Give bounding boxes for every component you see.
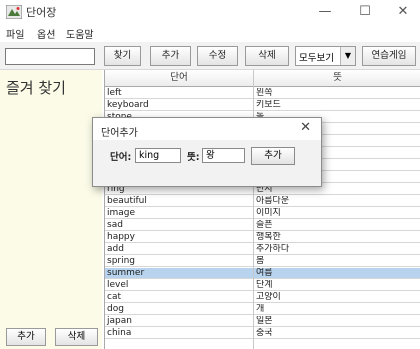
window-title: 단어장 [26,6,57,19]
menu-help[interactable]: 도움말 [66,26,94,41]
meaning-label: 뜻: [187,152,200,163]
word-cell: china [107,328,132,338]
menu-bar: 파일 옵션 도움말 [0,24,420,42]
meaning-cell: 키보드 [256,100,281,110]
add-word-dialog: 단어추가 ✕ 단어: king 뜻: 왕 추가 [92,117,322,187]
word-cell: left [107,88,122,98]
word-cell: cat [107,292,121,302]
word-input[interactable]: king [135,148,181,163]
word-cell: dog [107,304,124,314]
menu-file[interactable]: 파일 [6,26,24,41]
meaning-cell: 개 [256,304,265,314]
meaning-cell: 행복한 [256,232,281,242]
table-row[interactable]: china 중국 [105,328,420,339]
table-row[interactable]: level 단계 [105,280,420,291]
menu-options[interactable]: 옵션 [37,26,55,41]
word-cell: happy [107,232,135,242]
dialog-close-icon[interactable]: ✕ [300,120,311,135]
table-row[interactable]: beautiful 아름다운 [105,196,420,207]
table-row[interactable]: dog 개 [105,304,420,315]
word-cell: add [107,244,124,254]
word-cell: beautiful [107,196,147,206]
word-label: 단어: [110,152,132,163]
close-button[interactable]: ✕ [388,2,418,22]
delete-word-button[interactable]: 삭제 [245,46,289,66]
meaning-cell: 단계 [256,280,273,290]
table-row[interactable]: happy 행복한 [105,232,420,243]
add-word-button[interactable]: 추가 [150,46,191,66]
meaning-cell: 아름다운 [256,196,290,206]
dialog-title: 단어추가 [101,128,138,139]
word-cell: spring [107,256,136,266]
search-input[interactable] [5,48,95,65]
view-mode-value: 모두보기 [299,53,334,64]
table-row[interactable]: keyboard 키보드 [105,100,420,111]
meaning-cell: 봄 [256,256,265,266]
table-row[interactable]: add 추가하다 [105,244,420,255]
favorites-title: 즐겨 찾기 [6,79,66,97]
meaning-cell: 일본 [256,316,273,326]
word-cell: image [107,208,136,218]
app-icon [6,5,22,19]
meaning-input[interactable]: 왕 [202,148,245,163]
word-cell: japan [107,316,132,326]
table-row[interactable]: left 왼쪽 [105,88,420,99]
meaning-cell: 고양이 [256,292,281,302]
table-row[interactable]: cat 고양이 [105,292,420,303]
meaning-cell: 왼쪽 [256,88,273,98]
table-row[interactable]: image 이미지 [105,208,420,219]
edit-word-button[interactable]: 수정 [197,46,238,66]
dialog-body: 단어: king 뜻: 왕 추가 [93,140,321,186]
title-bar: 단어장 — ☐ ✕ [0,0,420,24]
favorites-delete-button[interactable]: 삭제 [55,328,98,346]
table-row[interactable]: spring 봄 [105,256,420,267]
meaning-cell: 추가하다 [256,244,290,254]
word-cell: level [107,280,129,290]
meaning-cell: 여름 [256,268,273,278]
word-cell: sad [107,220,123,230]
table-row[interactable]: sad 슬픈 [105,220,420,231]
word-cell: keyboard [107,100,149,110]
practice-game-button[interactable]: 연습게임 [362,46,416,66]
table-row[interactable]: japan 일본 [105,316,420,327]
find-button[interactable]: 찾기 [104,46,141,66]
column-header-meaning[interactable]: 뜻 [253,70,420,87]
meaning-cell: 중국 [256,328,273,338]
favorites-add-button[interactable]: 추가 [6,328,46,346]
meaning-cell: 이미지 [256,208,281,218]
table-header: 단어 뜻 [105,70,420,87]
minimize-button[interactable]: — [310,2,340,22]
chevron-down-icon[interactable]: ▼ [340,47,355,65]
meaning-cell: 슬픈 [256,220,273,230]
maximize-button[interactable]: ☐ [350,2,380,22]
column-divider [253,70,254,349]
column-header-word[interactable]: 단어 [105,70,253,87]
word-table[interactable]: 단어 뜻 left왼쪽keyboard키보드stone돌ring반지beauti… [104,70,420,349]
dialog-add-button[interactable]: 추가 [251,147,295,165]
word-cell: summer [107,268,145,278]
view-mode-select[interactable]: 모두보기 ▼ [295,46,356,66]
favorites-panel [0,70,102,349]
table-row[interactable]: summer 여름 [105,268,420,279]
